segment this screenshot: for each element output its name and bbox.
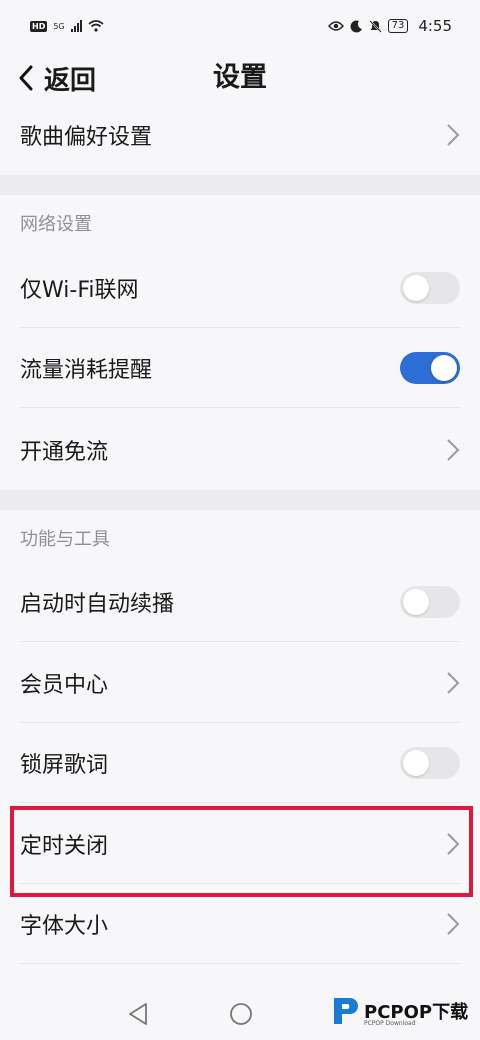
moon-icon — [350, 19, 362, 32]
row-free-data[interactable]: 开通免流 — [0, 410, 480, 490]
lock-lyrics-toggle[interactable] — [400, 747, 460, 779]
row-divider — [20, 802, 460, 803]
signal-icon — [70, 20, 82, 32]
row-song-preferences[interactable]: 歌曲偏好设置 — [0, 95, 480, 175]
row-label: 字体大小 — [20, 914, 109, 939]
toggle-knob — [431, 355, 457, 381]
status-right: 73 4:55 — [327, 17, 452, 35]
row-divider — [20, 963, 460, 964]
nav-back-icon[interactable] — [127, 1002, 149, 1026]
row-label: 仅Wi-Fi联网 — [20, 278, 139, 303]
row-label: 会员中心 — [20, 673, 109, 698]
wifi-icon — [88, 20, 104, 32]
mute-bell-icon — [368, 19, 382, 33]
row-label: 锁屏歌词 — [20, 753, 109, 778]
chevron-right-icon — [447, 672, 460, 694]
row-autoplay[interactable]: 启动时自动续播 — [0, 562, 480, 642]
watermark: PCPOP下载 PCPOP Download — [330, 994, 468, 1028]
toggle-knob — [403, 750, 429, 776]
row-wifi-only[interactable]: 仅Wi-Fi联网 — [0, 248, 480, 328]
back-button[interactable]: 返回 — [18, 56, 96, 100]
network-type: 5G — [53, 21, 65, 31]
row-label: 开通免流 — [20, 440, 109, 465]
row-vip-center[interactable]: 会员中心 — [0, 643, 480, 723]
section-header-tools: 功能与工具 — [20, 529, 110, 550]
section-divider — [0, 175, 480, 195]
section-header-network: 网络设置 — [20, 214, 92, 235]
row-divider — [20, 641, 460, 642]
row-lock-lyrics[interactable]: 锁屏歌词 — [0, 723, 480, 803]
battery-icon: 73 — [387, 19, 409, 33]
highlight-annotation — [10, 806, 473, 897]
chevron-right-icon — [447, 913, 460, 935]
status-left: HD 5G — [30, 20, 104, 32]
row-label: 启动时自动续播 — [20, 592, 175, 617]
row-label: 流量消耗提醒 — [20, 358, 153, 383]
row-label: 歌曲偏好设置 — [20, 125, 153, 150]
row-data-alert[interactable]: 流量消耗提醒 — [0, 328, 480, 408]
toggle-knob — [403, 589, 429, 615]
wifi-only-toggle[interactable] — [400, 272, 460, 304]
status-bar: HD 5G 73 4:55 — [0, 0, 480, 52]
data-alert-toggle[interactable] — [400, 352, 460, 384]
eye-icon — [327, 21, 344, 31]
chevron-right-icon — [447, 124, 460, 146]
chevron-left-icon — [19, 65, 33, 91]
chevron-right-icon — [447, 439, 460, 461]
toggle-knob — [403, 275, 429, 301]
watermark-subtext: PCPOP Download — [364, 1020, 416, 1027]
row-divider — [20, 407, 460, 408]
clock: 4:55 — [418, 17, 452, 35]
pcpop-logo-icon — [334, 998, 358, 1024]
section-divider — [0, 490, 480, 510]
autoplay-toggle[interactable] — [400, 586, 460, 618]
nav-home-icon[interactable] — [229, 1002, 253, 1026]
hd-badge: HD — [30, 20, 48, 32]
back-label: 返回 — [44, 65, 97, 96]
